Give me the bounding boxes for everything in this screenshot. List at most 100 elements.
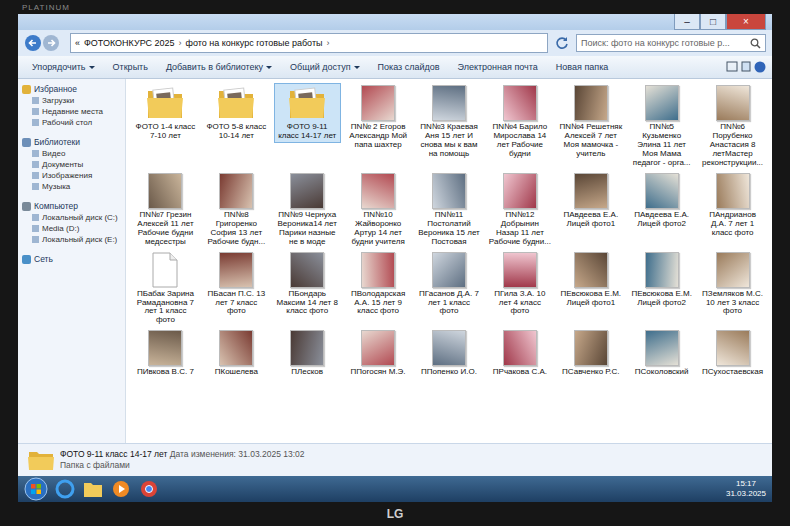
file-name: ФОТО 5-8 класс 10-14 лет bbox=[205, 123, 268, 141]
window-control[interactable]: × bbox=[726, 14, 766, 30]
sidebar-header[interactable]: Избранное bbox=[22, 83, 121, 95]
window-control[interactable]: □ bbox=[700, 14, 726, 30]
file-item[interactable]: ПЕвсюкова Е.М. Лицей фото2 bbox=[628, 250, 695, 310]
sidebar-header[interactable]: Библиотеки bbox=[22, 136, 121, 148]
file-item[interactable]: ПБондарь Максим 14 лет 8 класс фото bbox=[274, 250, 341, 319]
back-forward-icon[interactable] bbox=[24, 34, 64, 52]
file-item[interactable]: ПСоколовский bbox=[628, 328, 695, 379]
file-item[interactable]: ПСавченко Р.С. bbox=[557, 328, 624, 379]
file-item[interactable]: ПРчакова С.А. bbox=[486, 328, 553, 379]
photo-thumbnail bbox=[574, 252, 608, 288]
sidebar-header[interactable]: Компьютер bbox=[22, 200, 121, 212]
sidebar-item[interactable]: Загрузки bbox=[22, 95, 121, 106]
file-item[interactable]: ПВолодарская А.А. 15 лет 9 класс фото bbox=[345, 250, 412, 319]
monitor-logo: LG bbox=[387, 507, 404, 521]
refresh-icon[interactable] bbox=[554, 35, 570, 51]
file-name: ПЕвсюкова Е.М. Лицей фото1 bbox=[559, 290, 622, 308]
file-item[interactable]: ПN№4 Решетняк Алексей 7 лет Моя мамочка … bbox=[557, 83, 624, 161]
photo-thumbnail bbox=[290, 330, 324, 366]
breadcrumb-separator: › bbox=[327, 38, 330, 48]
photo-thumbnail bbox=[716, 173, 750, 209]
photo-thumbnail bbox=[361, 330, 395, 366]
file-item[interactable]: ПN№4 Барило Мирослава 14 лет Рабочие буд… bbox=[486, 83, 553, 161]
file-item[interactable]: ПАвдеева Е.А. Лицей фото1 bbox=[557, 171, 624, 231]
group-icon bbox=[22, 138, 31, 147]
file-item[interactable]: ПN№3 Краевая Аня 15 лет И снова мы к вам… bbox=[416, 83, 483, 161]
file-item[interactable]: ПN№11 Постолатий Вероника 15 лет Постова… bbox=[416, 171, 483, 249]
sidebar-item[interactable]: Изображения bbox=[22, 170, 121, 181]
window-control[interactable]: – bbox=[674, 14, 700, 30]
start-icon[interactable] bbox=[24, 477, 48, 501]
file-item[interactable]: ФОТО 9-11 класс 14-17 лет bbox=[274, 83, 341, 143]
search-field[interactable]: Поиск: фото на конкурс готовые р... bbox=[576, 34, 766, 52]
file-item[interactable]: ПСухостаевская bbox=[699, 328, 766, 379]
file-item[interactable]: ПN№9 Чернуха Вероника14 лет Парики назны… bbox=[274, 171, 341, 249]
sidebar-item[interactable]: Media (D:) bbox=[22, 223, 121, 234]
file-item[interactable]: ФОТО 5-8 класс 10-14 лет bbox=[203, 83, 270, 143]
file-item[interactable]: ПN№6 Порубенко Анастасия 8 летМастер рек… bbox=[699, 83, 766, 170]
file-name: ПСавченко Р.С. bbox=[559, 368, 622, 377]
clock[interactable]: 15:17 31.03.2025 bbox=[726, 479, 766, 498]
file-name: ПБабак Зарина Рамадановна 7 лет 1 класс … bbox=[134, 290, 197, 326]
sidebar-header[interactable]: Сеть bbox=[22, 253, 121, 265]
toolbar-button[interactable]: Новая папка bbox=[548, 60, 616, 74]
file-item[interactable]: ППопенко И.О. bbox=[416, 328, 483, 379]
file-item[interactable]: ПКошелева bbox=[203, 328, 270, 379]
status-type: Папка с файлами bbox=[60, 460, 305, 471]
address-field[interactable]: « ФОТОКОНКУРС 2025 ›фото на конкурс гото… bbox=[70, 33, 548, 53]
photo-thumbnail bbox=[574, 173, 608, 209]
file-name: ПN№4 Решетняк Алексей 7 лет Моя мамочка … bbox=[559, 123, 622, 159]
file-item[interactable]: ПN№ 2 Егоров Александр Мой папа шахтер bbox=[345, 83, 412, 152]
view-options-icon[interactable] bbox=[726, 60, 766, 74]
folder-icon bbox=[287, 85, 327, 121]
breadcrumb[interactable]: фото на конкурс готовые работы bbox=[186, 38, 323, 48]
file-item[interactable]: ПN№5 Кузьменко Элина 11 лет Моя Мама пед… bbox=[628, 83, 695, 170]
group-icon bbox=[22, 255, 31, 264]
file-item[interactable]: ПN№8 Григоренко София 13 лет Рабочие буд… bbox=[203, 171, 270, 249]
sidebar-item[interactable]: Документы bbox=[22, 159, 121, 170]
file-item[interactable]: ПБасан П.С. 13 лет 7 класс фото bbox=[203, 250, 270, 319]
photo-thumbnail bbox=[361, 252, 395, 288]
file-name: ПГасанов Д.А. 7 лет 1 класс фото bbox=[418, 290, 481, 317]
file-item[interactable]: ПN№12 Добрынин Назар 11 лет Рабочие будн… bbox=[486, 171, 553, 249]
sidebar-item[interactable]: Музыка bbox=[22, 181, 121, 192]
toolbar-button[interactable]: Добавить в библиотеку bbox=[158, 60, 280, 74]
explorer-icon[interactable] bbox=[82, 479, 104, 499]
file-item[interactable]: ПN№7 Грезин Алексей 11 лет Рабочие будни… bbox=[132, 171, 199, 249]
bezel-top: PLATINUM bbox=[18, 0, 772, 14]
file-name: ПN№12 Добрынин Назар 11 лет Рабочие будн… bbox=[488, 211, 551, 247]
sidebar-item[interactable]: Локальный диск (E:) bbox=[22, 234, 121, 245]
breadcrumb[interactable]: ФОТОКОНКУРС 2025 bbox=[84, 38, 175, 48]
file-item[interactable]: ФОТО 1-4 класс 7-10 лет bbox=[132, 83, 199, 143]
photo-thumbnail bbox=[503, 85, 537, 121]
file-item[interactable]: ПЗемляков М.С. 10 лет 3 класс фото bbox=[699, 250, 766, 319]
browser-icon[interactable] bbox=[54, 479, 76, 499]
sidebar-item[interactable]: Рабочий стол bbox=[22, 117, 121, 128]
file-item[interactable]: ПИвкова В.С. 7 bbox=[132, 328, 199, 379]
file-name: ПЗемляков М.С. 10 лет 3 класс фото bbox=[701, 290, 764, 317]
item-icon bbox=[32, 225, 39, 232]
sidebar-item[interactable]: Недавние места bbox=[22, 106, 121, 117]
toolbar-button[interactable]: Упорядочить bbox=[24, 60, 103, 74]
toolbar-button[interactable]: Показ слайдов bbox=[370, 60, 448, 74]
search-placeholder: Поиск: фото на конкурс готовые р... bbox=[581, 38, 730, 48]
media-player-icon[interactable] bbox=[110, 479, 132, 499]
file-item[interactable]: ППогосян М.Э. bbox=[345, 328, 412, 379]
file-item[interactable]: ПБабак Зарина Рамадановна 7 лет 1 класс … bbox=[132, 250, 199, 328]
file-item[interactable]: ПГила З.А. 10 лет 4 класс фото bbox=[486, 250, 553, 319]
sidebar-item[interactable]: Локальный диск (C:) bbox=[22, 212, 121, 223]
file-item[interactable]: ПЛесков bbox=[274, 328, 341, 379]
sidebar-item[interactable]: Видео bbox=[22, 148, 121, 159]
file-item[interactable]: ПN№10 Жайворонко Артур 14 лет будни учит… bbox=[345, 171, 412, 249]
toolbar-button[interactable]: Электронная почта bbox=[450, 60, 546, 74]
file-item[interactable]: ПАндрианов Д.А. 7 лет 1 класс фото bbox=[699, 171, 766, 240]
photo-thumbnail bbox=[645, 330, 679, 366]
chrome-icon[interactable] bbox=[138, 479, 160, 499]
toolbar-button[interactable]: Открыть bbox=[105, 60, 156, 74]
file-item[interactable]: ПГасанов Д.А. 7 лет 1 класс фото bbox=[416, 250, 483, 319]
photo-thumbnail bbox=[290, 173, 324, 209]
file-item[interactable]: ПЕвсюкова Е.М. Лицей фото1 bbox=[557, 250, 624, 310]
toolbar-button[interactable]: Общий доступ bbox=[282, 60, 367, 74]
file-item[interactable]: ПАвдеева Е.А. Лицей фото2 bbox=[628, 171, 695, 231]
photo-thumbnail bbox=[219, 330, 253, 366]
